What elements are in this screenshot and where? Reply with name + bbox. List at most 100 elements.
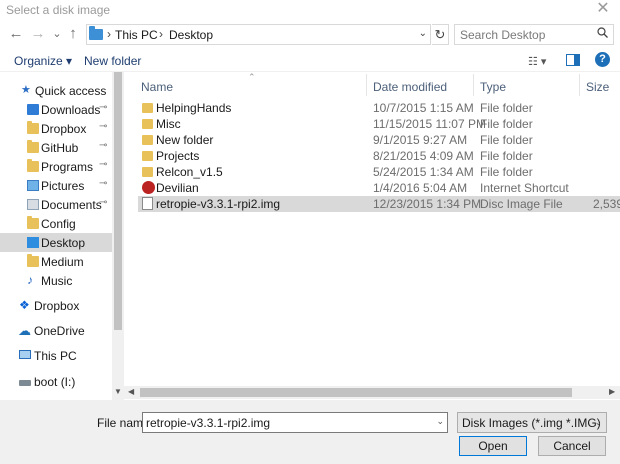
organize-button[interactable]: Organize ▾ bbox=[14, 54, 72, 68]
file-list: ⌃ Name Date modified Type Size HelpingHa… bbox=[128, 72, 620, 387]
column-header-size[interactable]: Size bbox=[586, 80, 609, 94]
help-icon[interactable]: ? bbox=[595, 52, 610, 67]
preview-pane-icon[interactable] bbox=[566, 54, 580, 66]
search-input[interactable]: Search Desktop bbox=[454, 24, 614, 45]
sidebar-item-documents[interactable]: Documents ⊸ bbox=[0, 195, 112, 214]
file-row-selected[interactable]: retropie-v3.3.1-rpi2.img 12/23/2015 1:34… bbox=[138, 196, 620, 212]
pin-icon: ⊸ bbox=[99, 178, 108, 189]
scroll-left-icon[interactable]: ◀ bbox=[128, 387, 134, 396]
breadcrumb-separator: › bbox=[159, 27, 163, 41]
file-name: HelpingHands bbox=[156, 101, 232, 115]
file-size: 2,539,6 bbox=[593, 197, 620, 211]
folder-icon bbox=[142, 167, 153, 177]
sidebar-item-label: Medium bbox=[41, 255, 84, 269]
file-row[interactable]: Projects 8/21/2015 4:09 AM File folder bbox=[138, 148, 620, 164]
file-row[interactable]: HelpingHands 10/7/2015 1:15 AM File fold… bbox=[138, 100, 620, 116]
open-button[interactable]: Open bbox=[459, 436, 527, 456]
file-row[interactable]: Relcon_v1.5 5/24/2015 1:34 AM File folde… bbox=[138, 164, 620, 180]
folder-icon bbox=[142, 119, 153, 129]
column-divider[interactable] bbox=[473, 74, 474, 96]
refresh-icon[interactable]: ↻ bbox=[432, 24, 449, 45]
scroll-down-icon[interactable]: ▼ bbox=[114, 387, 122, 396]
folder-icon bbox=[27, 159, 39, 172]
window-title: Select a disk image bbox=[6, 3, 111, 17]
file-row[interactable]: New folder 9/1/2015 9:27 AM File folder bbox=[138, 132, 620, 148]
breadcrumb-desktop[interactable]: Desktop bbox=[169, 28, 213, 42]
sidebar-item-downloads[interactable]: Downloads ⊸ bbox=[0, 100, 112, 119]
search-icon bbox=[597, 27, 608, 41]
drive-icon bbox=[19, 380, 31, 386]
folder-icon bbox=[27, 254, 39, 267]
horizontal-scrollbar[interactable]: ◀ ▶ bbox=[124, 386, 620, 399]
scrollbar-thumb[interactable] bbox=[114, 72, 122, 330]
pin-icon: ⊸ bbox=[99, 159, 108, 170]
sidebar-item-label: OneDrive bbox=[34, 324, 85, 338]
navigation-scrollbar[interactable]: ▲ ▼ bbox=[112, 72, 124, 400]
sidebar-item-label: Downloads bbox=[41, 103, 101, 117]
file-type: File folder bbox=[480, 165, 533, 179]
onedrive-icon: ☁ bbox=[18, 323, 31, 338]
scroll-right-icon[interactable]: ▶ bbox=[609, 387, 615, 396]
sidebar-item-label: Config bbox=[41, 217, 76, 231]
file-name: Misc bbox=[156, 117, 181, 131]
file-row[interactable]: Misc 11/15/2015 11:07 PM File folder bbox=[138, 116, 620, 132]
music-icon: ♪ bbox=[27, 273, 33, 287]
download-folder-icon bbox=[27, 104, 39, 115]
file-type-filter[interactable]: Disk Images (*.img *.IMG) ⌄ bbox=[457, 412, 607, 433]
column-header-name[interactable]: Name bbox=[141, 80, 173, 94]
close-icon[interactable]: ✕ bbox=[594, 0, 612, 18]
folder-icon bbox=[27, 140, 39, 153]
folder-icon bbox=[142, 151, 153, 161]
column-header-type[interactable]: Type bbox=[480, 80, 506, 94]
scrollbar-thumb[interactable] bbox=[140, 388, 572, 397]
column-header-date[interactable]: Date modified bbox=[373, 80, 447, 94]
sidebar-item-music[interactable]: ♪ Music bbox=[0, 271, 112, 290]
sidebar-item-label: Desktop bbox=[41, 236, 86, 250]
chevron-down-icon: ⌄ bbox=[594, 417, 602, 427]
file-name-field[interactable]: retropie-v3.3.1-rpi2.img ⌄ bbox=[142, 412, 448, 433]
sidebar-item-github[interactable]: GitHub ⊸ bbox=[0, 138, 112, 157]
address-bar[interactable]: › This PC › Desktop ⌄ bbox=[86, 24, 431, 45]
view-options-icon[interactable]: ☷ ▾ bbox=[528, 55, 546, 68]
column-divider[interactable] bbox=[579, 74, 580, 96]
file-name-value: retropie-v3.3.1-rpi2.img bbox=[146, 416, 271, 430]
sidebar-item-dropbox[interactable]: ❖ Dropbox bbox=[0, 296, 112, 315]
forward-arrow-icon[interactable]: → bbox=[29, 25, 47, 43]
file-type: File folder bbox=[480, 149, 533, 163]
sidebar-item-desktop[interactable]: Desktop bbox=[0, 233, 112, 252]
search-placeholder: Search Desktop bbox=[460, 28, 546, 42]
file-name: retropie-v3.3.1-rpi2.img bbox=[156, 197, 281, 211]
sidebar-item-boot-drive[interactable]: boot (I:) bbox=[0, 372, 112, 391]
sidebar-item-programs[interactable]: Programs ⊸ bbox=[0, 157, 112, 176]
file-type: Internet Shortcut bbox=[480, 181, 569, 195]
sidebar-item-medium[interactable]: Medium bbox=[0, 252, 112, 271]
chevron-down-icon[interactable]: ⌄ bbox=[436, 416, 444, 427]
new-folder-button[interactable]: New folder bbox=[84, 54, 141, 68]
this-pc-icon bbox=[19, 350, 31, 359]
sidebar-item-quick-access[interactable]: ★ Quick access bbox=[0, 81, 112, 100]
breadcrumb-this-pc[interactable]: This PC bbox=[115, 28, 158, 42]
sidebar-item-label: This PC bbox=[34, 349, 77, 363]
column-divider[interactable] bbox=[366, 74, 367, 96]
chevron-down-icon[interactable]: ⌄ bbox=[419, 28, 427, 39]
breadcrumb-separator: › bbox=[107, 27, 111, 41]
sidebar-item-dropbox-pinned[interactable]: Dropbox ⊸ bbox=[0, 119, 112, 138]
file-date: 8/21/2015 4:09 AM bbox=[373, 149, 474, 163]
sidebar-item-this-pc[interactable]: This PC bbox=[0, 346, 112, 365]
pin-icon: ⊸ bbox=[99, 121, 108, 132]
sidebar-item-onedrive[interactable]: ☁ OneDrive bbox=[0, 321, 112, 340]
back-arrow-icon[interactable]: ← bbox=[7, 25, 25, 43]
cancel-button[interactable]: Cancel bbox=[538, 436, 606, 456]
file-type: File folder bbox=[480, 133, 533, 147]
sidebar-item-config[interactable]: Config bbox=[0, 214, 112, 233]
file-type: Disc Image File bbox=[480, 197, 563, 211]
sidebar-item-label: GitHub bbox=[41, 141, 79, 155]
sidebar-item-pictures[interactable]: Pictures ⊸ bbox=[0, 176, 112, 195]
file-type-filter-value: Disk Images (*.img *.IMG) bbox=[462, 416, 601, 430]
file-row[interactable]: Devilian 1/4/2016 5:04 AM Internet Short… bbox=[138, 180, 620, 196]
folder-icon bbox=[27, 216, 39, 229]
sidebar-item-label: Documents bbox=[41, 198, 102, 212]
file-name: New folder bbox=[156, 133, 214, 147]
up-arrow-icon[interactable]: ↑ bbox=[64, 25, 82, 43]
sidebar-item-label: Quick access bbox=[35, 84, 107, 98]
